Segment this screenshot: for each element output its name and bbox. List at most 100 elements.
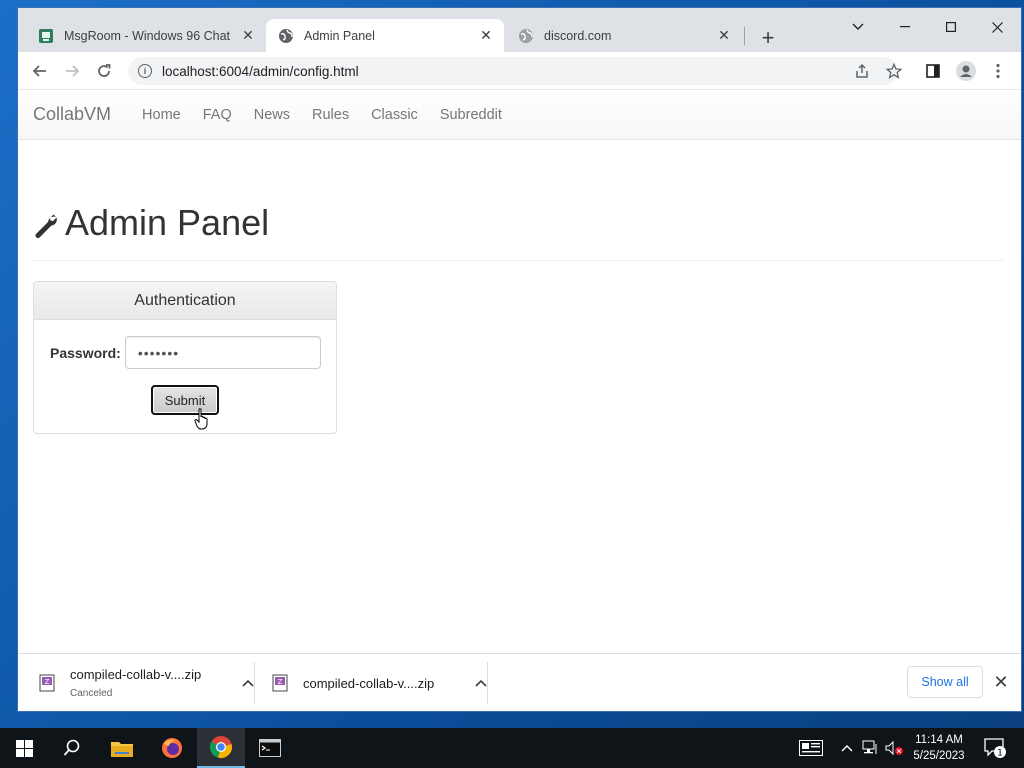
browser-toolbar: i localhost:6004/admin/config.html	[18, 52, 1021, 90]
chevron-down-icon	[852, 23, 864, 30]
profile-button[interactable]	[954, 59, 978, 83]
nav-link-home[interactable]: Home	[142, 107, 181, 123]
tab-title: MsgRoom - Windows 96 Chat	[64, 28, 231, 43]
nav-link-faq[interactable]: FAQ	[203, 107, 232, 123]
clock-date: 5/25/2023	[913, 750, 965, 762]
navbar-brand[interactable]: CollabVM	[33, 104, 111, 125]
close-icon[interactable]: ✕	[992, 671, 1010, 693]
nav-link-news[interactable]: News	[254, 107, 290, 123]
firefox-icon	[162, 738, 182, 758]
close-window-button[interactable]	[977, 14, 1017, 40]
download-separator	[487, 662, 488, 704]
side-panel-icon	[926, 64, 940, 78]
share-button[interactable]	[850, 59, 874, 83]
forward-button[interactable]	[60, 59, 84, 83]
chevron-up-icon[interactable]	[838, 728, 856, 768]
browser-window: MsgRoom - Windows 96 Chat ✕ Admin Panel …	[18, 8, 1021, 711]
tab-discord[interactable]: discord.com ✕	[506, 19, 742, 52]
close-tab-icon[interactable]: ✕	[716, 27, 732, 44]
download-shelf: Z compiled-collab-v....zip Canceled Z co…	[18, 653, 1021, 711]
download-status: Canceled	[70, 688, 113, 699]
news-widget-button[interactable]	[796, 728, 826, 768]
network-icon[interactable]	[861, 728, 881, 768]
terminal-icon	[259, 739, 281, 757]
password-label: Password:	[50, 344, 121, 361]
file-explorer-button[interactable]	[98, 728, 146, 768]
menu-button[interactable]	[986, 59, 1010, 83]
chevron-up-icon[interactable]	[475, 676, 487, 690]
nav-link-rules[interactable]: Rules	[312, 107, 349, 123]
windows-logo-icon	[15, 739, 33, 757]
chrome-icon	[210, 736, 232, 758]
download-item[interactable]: Z compiled-collab-v....zip	[271, 654, 487, 711]
action-center-icon: 1	[984, 738, 1006, 759]
side-panel-button[interactable]	[921, 59, 945, 83]
taskbar: 11:14 AM 5/25/2023 1	[0, 728, 1024, 768]
nav-link-subreddit[interactable]: Subreddit	[440, 107, 502, 123]
page-viewport: CollabVM Home FAQ News Rules Classic Sub…	[18, 90, 1021, 653]
notification-count: 1	[997, 749, 1003, 759]
download-item[interactable]: Z compiled-collab-v....zip Canceled	[38, 654, 254, 711]
system-clock[interactable]: 11:14 AM 5/25/2023	[906, 732, 972, 764]
back-button[interactable]	[28, 59, 52, 83]
wrench-icon	[35, 214, 57, 238]
clock-time: 11:14 AM	[915, 734, 963, 746]
search-icon	[63, 739, 80, 756]
svg-text:Z: Z	[45, 678, 50, 686]
close-tab-icon[interactable]: ✕	[478, 27, 494, 44]
tab-admin-panel[interactable]: Admin Panel ✕	[266, 19, 504, 52]
terminal-button[interactable]	[246, 728, 294, 768]
page-heading: Admin Panel	[33, 202, 269, 244]
tab-title: Admin Panel	[304, 28, 375, 43]
chevron-up-icon[interactable]	[242, 676, 254, 690]
hand-cursor-icon	[194, 408, 208, 430]
password-input[interactable]: •••••••	[124, 336, 321, 369]
bookmark-button[interactable]	[882, 59, 906, 83]
folder-icon	[111, 742, 133, 757]
notifications-button[interactable]: 1	[980, 728, 1010, 768]
address-bar[interactable]: i localhost:6004/admin/config.html	[128, 57, 898, 85]
star-icon	[886, 63, 902, 79]
download-filename: compiled-collab-v....zip	[303, 675, 435, 691]
tab-msgroom[interactable]: MsgRoom - Windows 96 Chat ✕	[26, 19, 266, 52]
nav-link-classic[interactable]: Classic	[371, 107, 418, 123]
divider	[33, 260, 1003, 261]
maximize-button[interactable]	[931, 14, 971, 40]
password-row: Password: •••••••	[50, 336, 321, 369]
start-button[interactable]	[0, 728, 48, 768]
download-separator	[254, 662, 255, 704]
show-all-button[interactable]: Show all	[907, 666, 983, 698]
arrow-left-icon	[32, 65, 46, 77]
zip-file-icon: Z	[272, 674, 288, 692]
search-button[interactable]	[48, 728, 96, 768]
close-tab-icon[interactable]: ✕	[240, 27, 256, 44]
authentication-panel: Authentication Password: ••••••• Submit	[33, 281, 337, 434]
reload-button[interactable]	[92, 59, 116, 83]
firefox-button[interactable]	[148, 728, 196, 768]
download-info: compiled-collab-v....zip	[303, 676, 475, 691]
msgroom-icon	[38, 28, 54, 44]
new-tab-button[interactable]: +	[756, 25, 780, 50]
minimize-button[interactable]	[885, 14, 925, 40]
reload-icon	[98, 64, 111, 77]
chrome-button[interactable]	[197, 728, 245, 768]
info-icon[interactable]: i	[138, 64, 152, 78]
url-text: localhost:6004/admin/config.html	[162, 63, 359, 79]
tab-title: discord.com	[544, 28, 612, 43]
svg-text:Z: Z	[278, 678, 283, 686]
share-icon	[856, 63, 868, 78]
site-navbar: CollabVM Home FAQ News Rules Classic Sub…	[18, 90, 1021, 140]
volume-muted-icon[interactable]	[884, 728, 906, 768]
avatar-icon	[956, 61, 976, 81]
tab-strip: MsgRoom - Windows 96 Chat ✕ Admin Panel …	[18, 8, 1021, 52]
page-title: Admin Panel	[65, 202, 270, 243]
globe-icon	[278, 28, 294, 44]
download-filename: compiled-collab-v....zip	[70, 667, 202, 682]
tab-separator	[744, 27, 745, 45]
globe-icon	[518, 28, 534, 44]
zip-file-icon: Z	[39, 674, 55, 692]
news-icon	[799, 740, 823, 756]
download-info: compiled-collab-v....zip Canceled	[70, 667, 242, 699]
arrow-right-icon	[66, 65, 80, 77]
tab-search-button[interactable]	[838, 14, 878, 40]
